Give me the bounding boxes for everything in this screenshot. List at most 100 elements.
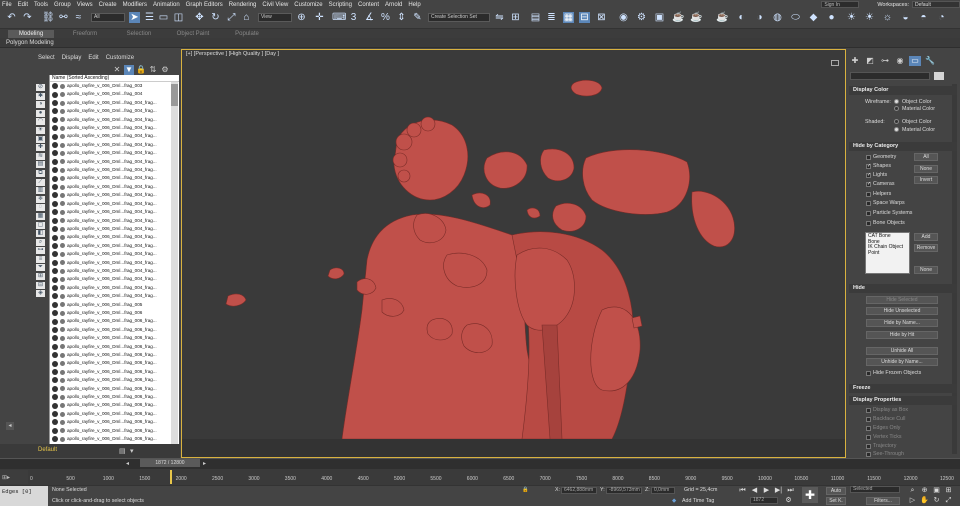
explorer-menu-select[interactable]: Select [38, 55, 55, 61]
menu-civil-view[interactable]: Civil View [262, 2, 288, 8]
list-item[interactable]: apollo_rayfire_v_006_Dml...frag_004_frag… [50, 132, 179, 140]
add-button[interactable]: Add [914, 233, 938, 241]
list-item[interactable]: apollo_rayfire_v_006_Dml...frag_004_frag… [50, 275, 179, 283]
space-warps-filter-icon[interactable]: ≋ [36, 152, 45, 160]
list-item[interactable]: apollo_rayfire_v_006_Dml...frag_004_frag… [50, 242, 179, 250]
current-frame-field[interactable]: 1872 [750, 497, 778, 504]
track-bar-menu-icon[interactable]: ⊞▸ [0, 470, 28, 484]
light-icon-3[interactable]: ☼ [882, 12, 893, 23]
visibility-icon[interactable] [52, 83, 58, 90]
list-item[interactable]: apollo_rayfire_v_006_Dml...frag_004_frag… [50, 250, 179, 258]
create-tab-icon[interactable]: ✚ [849, 56, 861, 66]
bind-space-warp-icon[interactable]: ≈ [73, 12, 84, 23]
current-layer-label[interactable]: Default [38, 447, 57, 453]
explorer-column-header[interactable]: Name (Sorted Ascending) [50, 75, 179, 82]
move-icon[interactable]: ✥ [194, 12, 205, 23]
rollout-hide[interactable]: Hide [849, 284, 957, 293]
list-item[interactable]: apollo_rayfire_v_006_Dml...frag_004 [50, 90, 179, 98]
fov-icon[interactable]: ▷ [908, 497, 917, 505]
list-item[interactable]: apollo_rayfire_v_006_Dml...frag_004_frag… [50, 225, 179, 233]
list-item[interactable]: apollo_rayfire_v_006_Dml...frag_004_frag… [50, 267, 179, 275]
visibility-icon[interactable] [52, 369, 58, 376]
rollout-display-properties[interactable]: Display Properties [849, 396, 957, 405]
wireframe-material-color-radio[interactable] [894, 106, 899, 111]
highlight-icon[interactable]: ◈ [36, 290, 45, 298]
visibility-icon[interactable] [52, 200, 58, 207]
add-time-tag[interactable]: Add Time Tag [682, 498, 714, 504]
visibility-icon[interactable] [52, 167, 58, 174]
edit-named-selection-icon[interactable]: ✎ [412, 12, 423, 23]
hierarchy-tab-icon[interactable]: ⊶ [879, 56, 891, 66]
lights-checkbox[interactable]: ✓ [866, 173, 871, 178]
invert-display-icon[interactable]: ◑ [36, 101, 45, 109]
filters-button[interactable]: Filters... [866, 497, 900, 505]
cameras-filter-icon[interactable]: ▣ [36, 135, 45, 143]
visibility-icon[interactable] [52, 133, 58, 140]
hide-by-name-button[interactable]: Hide by Name... [866, 319, 938, 327]
geometry-checkbox[interactable] [866, 155, 871, 160]
layer-list-icon[interactable]: ▾ [130, 447, 134, 455]
orbit-icon[interactable]: ↻ [932, 497, 941, 505]
render-setup-icon[interactable]: ⚙ [636, 12, 647, 23]
hide-category-invert-button[interactable]: Invert [914, 176, 938, 184]
named-selection-dropdown[interactable]: Create Selection Set [428, 13, 490, 22]
list-item[interactable]: apollo_rayfire_v_006_Dml...frag_004_frag… [50, 233, 179, 241]
arnold-icon-3[interactable]: ◍ [772, 12, 783, 23]
curve-editor-icon[interactable]: ⊟ [579, 12, 590, 23]
y-coord-field[interactable]: -8969,573mm [606, 487, 642, 494]
options-icon[interactable]: ⚙ [160, 65, 170, 75]
visibility-icon[interactable] [52, 394, 58, 401]
light-icon-1[interactable]: ☀ [846, 12, 857, 23]
sign-in-field[interactable]: Sign In [821, 1, 860, 8]
pivot-center-icon[interactable]: ⊕ [296, 12, 307, 23]
list-item[interactable]: apollo_rayfire_v_006_Dml...frag_004_frag… [50, 217, 179, 225]
visibility-icon[interactable] [52, 419, 58, 426]
tab-populate[interactable]: Populate [224, 30, 270, 38]
geometry-filter-icon[interactable]: ● [36, 109, 45, 117]
shapes-filter-icon[interactable]: ◠ [36, 118, 45, 126]
trajectory-checkbox[interactable] [866, 444, 871, 449]
list-item[interactable]: apollo_rayfire_v_006_Dml...frag_004_frag… [50, 107, 179, 115]
next-frame-icon[interactable]: ▶| [774, 487, 783, 495]
menu-create[interactable]: Create [99, 2, 117, 8]
list-item[interactable]: apollo_rayfire_v_006_Dml...frag_006_frag… [50, 427, 179, 435]
light-icon-4[interactable]: ◒ [900, 12, 911, 23]
menu-customize[interactable]: Customize [294, 2, 322, 8]
hide-category-none-button[interactable]: None [914, 165, 938, 173]
hide-frozen-checkbox[interactable] [866, 371, 871, 376]
explorer-menu-edit[interactable]: Edit [88, 55, 98, 61]
visibility-icon[interactable] [52, 427, 58, 434]
list-item[interactable]: apollo_rayfire_v_006_Dml...frag_004_frag… [50, 208, 179, 216]
light-icon-2[interactable]: ☀ [864, 12, 875, 23]
visibility-icon[interactable] [52, 184, 58, 191]
remove-button[interactable]: Remove [914, 244, 938, 252]
list-item[interactable]: apollo_rayfire_v_006_Dml...frag_004_frag… [50, 158, 179, 166]
menu-scripting[interactable]: Scripting [329, 2, 352, 8]
list-item[interactable]: apollo_rayfire_v_006_Dml...frag_006_frag… [50, 351, 179, 359]
layer-manager-icon[interactable]: ▤ [119, 447, 126, 455]
visibility-icon[interactable] [52, 335, 58, 342]
explorer-scrollbar[interactable] [171, 82, 178, 444]
visibility-icon[interactable] [52, 293, 58, 300]
perspective-viewport[interactable]: [+] [Perspective ] [High Quality ] [Day … [181, 49, 846, 458]
layer-sort-icon[interactable]: ≡ [36, 255, 45, 263]
schematic-view-icon[interactable]: ⊠ [596, 12, 607, 23]
visibility-icon[interactable] [52, 352, 58, 359]
list-item[interactable]: apollo_rayfire_v_006_Dml...frag_006_frag… [50, 393, 179, 401]
percent-snap-icon[interactable]: % [380, 12, 391, 23]
menu-views[interactable]: Views [77, 2, 93, 8]
visibility-icon[interactable] [52, 116, 58, 123]
visibility-icon[interactable] [52, 276, 58, 283]
lights-filter-icon[interactable]: ☀ [36, 126, 45, 134]
list-item[interactable]: apollo_rayfire_v_006_Dml...frag_006_frag… [50, 435, 179, 443]
set-key-icon[interactable]: ✚ [802, 487, 818, 503]
list-item[interactable]: apollo_rayfire_v_006_Dml...frag_004_frag… [50, 174, 179, 182]
time-tag-icon[interactable]: ◆ [672, 498, 676, 504]
render-iterative-icon[interactable]: ☕ [690, 12, 702, 23]
menu-animation[interactable]: Animation [153, 2, 180, 8]
visibility-icon[interactable] [52, 318, 58, 325]
hide-unselected-button[interactable]: Hide Unselected [866, 307, 938, 315]
render-production-icon[interactable]: ☕ [672, 12, 684, 23]
toggle-ribbon-icon[interactable]: ▦ [563, 12, 574, 23]
explorer-collapse-icon[interactable]: ◂ [6, 422, 14, 430]
